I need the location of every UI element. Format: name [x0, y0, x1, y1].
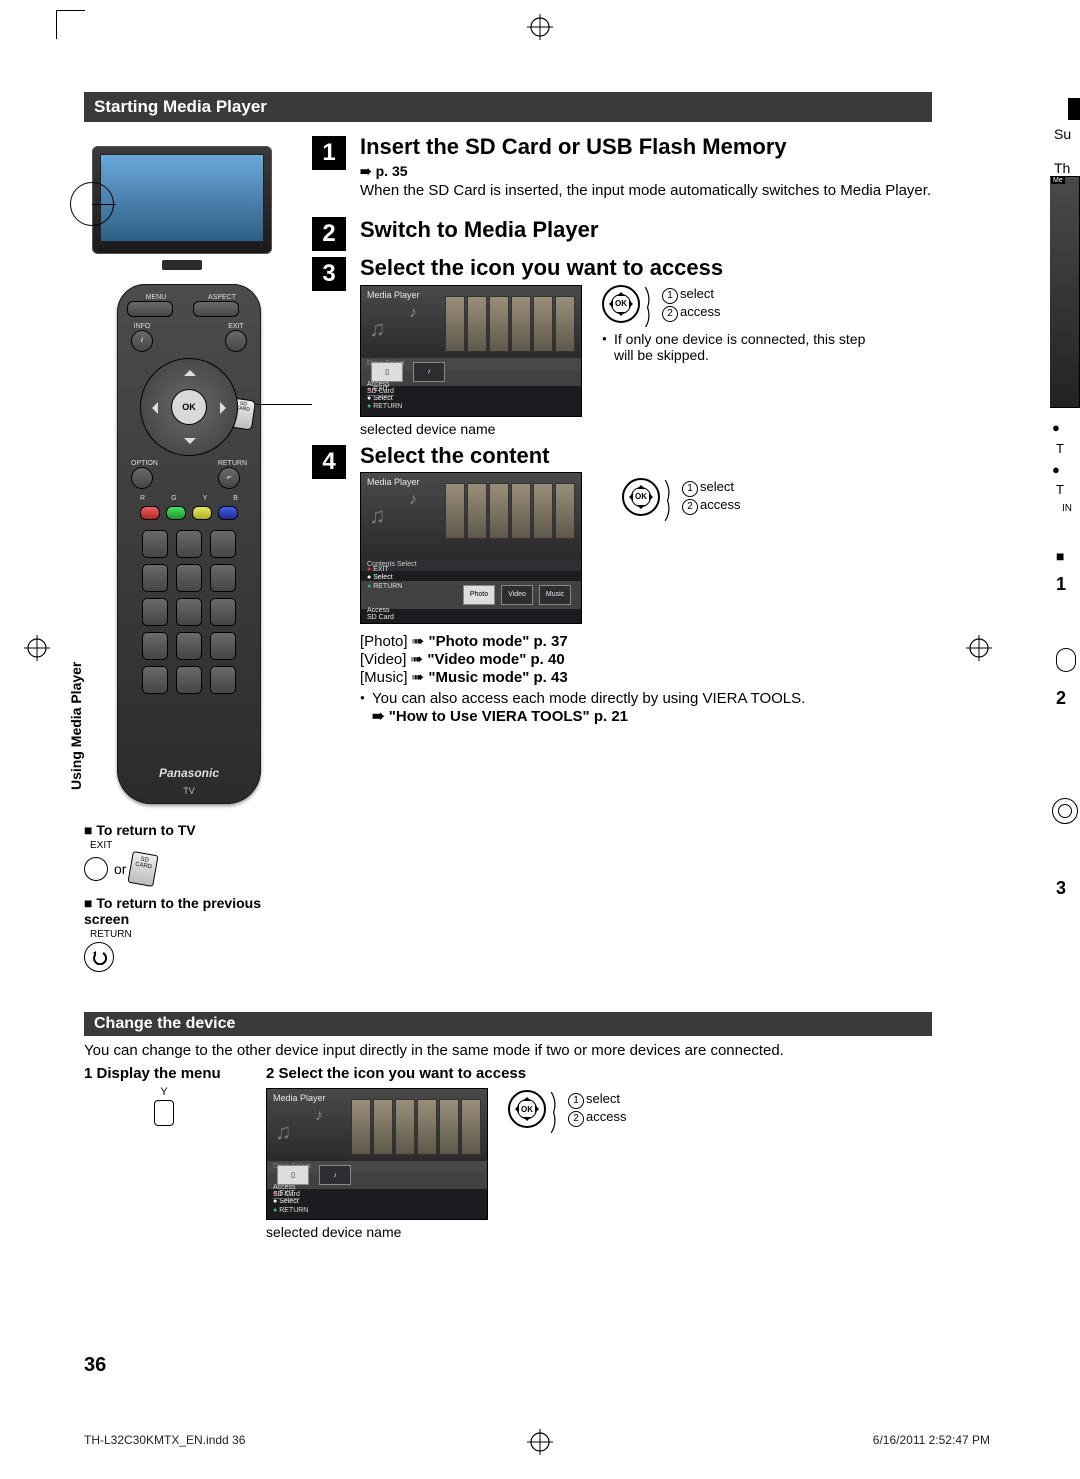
step-4: 4 Select the content Media Player ♫ ♪ Co…	[312, 443, 932, 725]
step-number: 3	[312, 257, 346, 291]
caption: selected device name	[266, 1224, 488, 1240]
sd-drive-icon: ▯	[277, 1165, 309, 1185]
video-tab: Video	[501, 585, 533, 605]
remote-info-label: INFO	[131, 323, 153, 330]
music-note-icon: ♫	[369, 316, 386, 342]
remote-exit-button	[225, 330, 247, 352]
remote-brand: Panasonic	[117, 766, 261, 780]
page-ref: "Photo mode" p. 37	[428, 633, 567, 650]
registration-mark-icon	[22, 633, 52, 663]
page-ref: "Music mode" p. 43	[428, 669, 567, 686]
remote-tv-label: TV	[117, 786, 261, 796]
music-note-icon: ♪	[315, 1107, 323, 1125]
yellow-button-label: Y	[84, 1086, 244, 1098]
remote-menu-label: MENU	[127, 294, 185, 301]
next-page-strip: Su Th Ex Me ● T ● T IN ■ 1 2 3	[1050, 98, 1080, 1198]
side-tab-label: Using Media Player	[68, 662, 84, 790]
step-1: 1 Insert the SD Card or USB Flash Memory…	[312, 134, 932, 199]
step-title: Insert the SD Card or USB Flash Memory	[360, 134, 931, 159]
caption: selected device name	[360, 421, 582, 437]
right-column: 1 Insert the SD Card or USB Flash Memory…	[312, 134, 932, 741]
change-step1-title: Display the menu	[97, 1065, 221, 1082]
viera-note: You can also access each mode directly b…	[360, 690, 932, 707]
exit-label: EXIT	[90, 840, 294, 851]
music-note-icon: ♫	[275, 1119, 292, 1145]
subsection-heading: Change the device	[84, 1012, 932, 1036]
remote-color-buttons	[127, 506, 251, 520]
page-ref: p. 35	[376, 163, 408, 179]
remote-aspect-button	[193, 301, 239, 317]
change-device-intro: You can change to the other device input…	[84, 1042, 932, 1059]
remote-menu-button	[127, 301, 173, 317]
step-note: If only one device is connected, this st…	[602, 331, 874, 363]
return-label: RETURN	[90, 929, 294, 940]
footer-timestamp: 6/16/2011 2:52:47 PM	[873, 1433, 990, 1447]
change-step2-title: Select the icon you want to access	[279, 1065, 527, 1082]
step-body: When the SD Card is inserted, the input …	[360, 182, 931, 199]
page-number: 36	[84, 1354, 106, 1377]
step-number: 4	[312, 445, 346, 479]
remote-info-button: i	[131, 330, 153, 352]
music-note-icon: ♪	[409, 304, 417, 322]
remote-return-label: RETURN	[218, 460, 247, 467]
remote-return-button: ↶	[218, 467, 240, 489]
footer-filename: TH-L32C30KMTX_EN.indd 36	[84, 1433, 245, 1447]
return-button-icon	[84, 942, 114, 972]
drive-select-screenshot: Media Player ♫ ♪ Drive Select ▯ ♪	[266, 1088, 488, 1220]
return-to-tv: To return to TV EXIT or SD CARD	[84, 822, 294, 885]
ok-select-access-diagram: OK 1select 2access	[508, 1090, 626, 1128]
return-prev-heading: To return to the previous screen	[84, 895, 294, 927]
step-number: 2	[312, 217, 346, 251]
remote-aspect-label: ASPECT	[193, 294, 251, 301]
page-ref: "Video mode" p. 40	[427, 651, 564, 668]
step-3: 3 Select the icon you want to access Med…	[312, 255, 932, 436]
return-to-previous: To return to the previous screen RETURN	[84, 895, 294, 972]
step-2: 2 Switch to Media Player	[312, 215, 932, 251]
step-number: 1	[312, 136, 346, 170]
ok-select-access-diagram: OK 1select 2access	[602, 285, 720, 323]
remote-option-button	[131, 467, 153, 489]
return-tv-heading: To return to TV	[84, 822, 294, 838]
content-select-screenshot: Media Player ♫ ♪ Contents Select Photo V…	[360, 472, 582, 624]
music-tab: Music	[539, 585, 571, 605]
music-note-icon: ♪	[409, 491, 417, 509]
sd-drive-icon: ▯	[371, 362, 403, 382]
sd-slot-callout-icon	[70, 182, 114, 226]
step-title: Select the icon you want to access	[360, 255, 932, 280]
remote-option-label: OPTION	[131, 460, 158, 467]
yellow-button-icon	[154, 1100, 174, 1126]
music-note-icon: ♫	[369, 503, 386, 529]
change-device-section: Change the device You can change to the …	[84, 1012, 932, 1240]
thumbnail-fragment: Me	[1050, 176, 1080, 408]
step-title: Select the content	[360, 443, 932, 468]
ok-select-access-diagram: OK 1select 2access	[622, 478, 740, 516]
remote-dpad: OK	[140, 358, 238, 456]
left-column: MENU ASPECT INFO i EXIT SD CARD	[84, 134, 294, 972]
remote-illustration: MENU ASPECT INFO i EXIT SD CARD	[117, 284, 261, 804]
crop-mark-icon	[56, 10, 85, 39]
page-content: Starting Media Player MENU ASPECT	[84, 92, 932, 1240]
or-label: or	[114, 861, 126, 877]
leader-line	[256, 404, 312, 405]
section-heading: Starting Media Player	[84, 92, 932, 122]
remote-exit-label: EXIT	[225, 323, 247, 330]
step-title: Switch to Media Player	[360, 217, 598, 247]
photo-tab: Photo	[463, 585, 495, 605]
sdcard-button-icon: SD CARD	[128, 851, 159, 887]
page-ref: "How to Use VIERA TOOLS" p. 21	[389, 708, 628, 725]
tv-illustration	[92, 146, 272, 266]
remote-ok-button: OK	[172, 390, 206, 424]
exit-button-icon	[84, 857, 108, 881]
drive-select-screenshot: Media Player ♫ ♪ Drive Select ▯ ♪	[360, 285, 582, 417]
